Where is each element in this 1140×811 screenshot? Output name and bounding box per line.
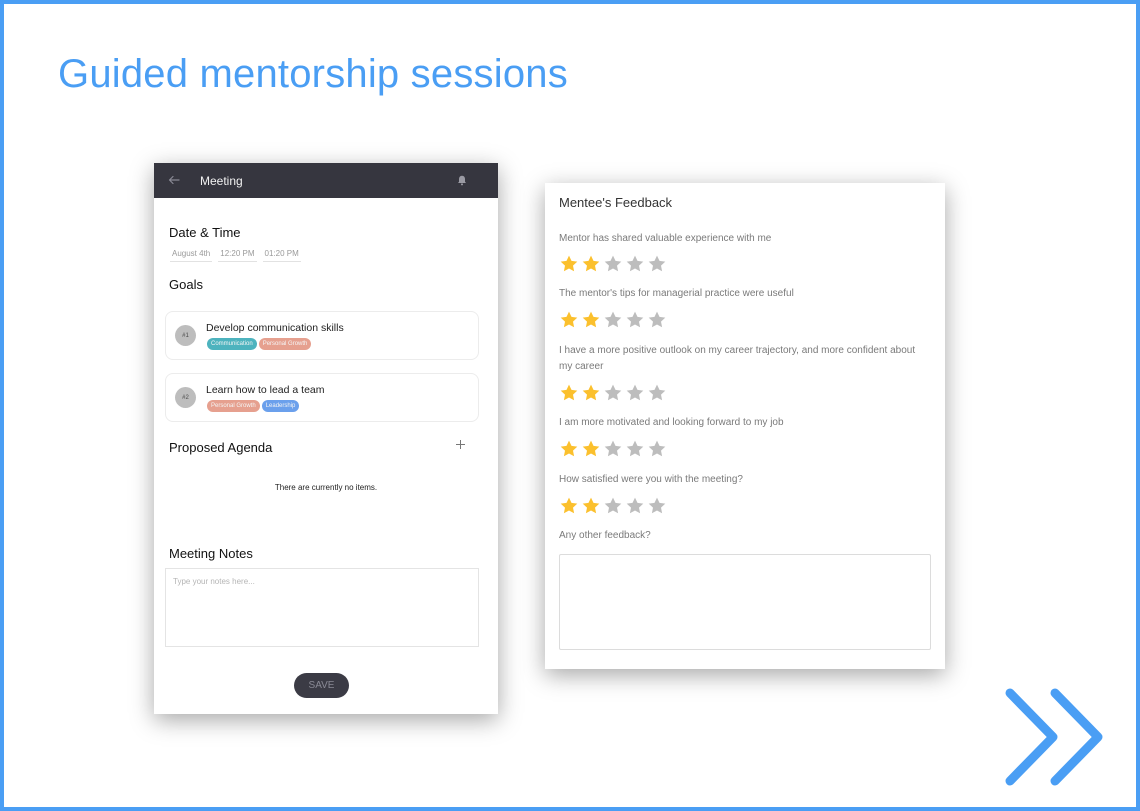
star-empty-icon[interactable]: [625, 439, 645, 459]
agenda-empty-message: There are currently no items.: [274, 483, 378, 492]
goal-tags: Communication Personal Growth: [207, 338, 312, 350]
end-time-field[interactable]: 01:20 PM: [262, 249, 301, 262]
star-rating[interactable]: [559, 310, 667, 330]
goal-number-badge: #2: [175, 387, 196, 408]
feedback-question: The mentor's tips for managerial practic…: [559, 288, 794, 299]
feedback-card: Mentee's Feedback Mentor has shared valu…: [545, 183, 945, 669]
star-empty-icon[interactable]: [603, 496, 623, 516]
date-time-title: Date & Time: [169, 225, 241, 240]
star-empty-icon[interactable]: [603, 310, 623, 330]
star-rating[interactable]: [559, 439, 667, 459]
star-empty-icon[interactable]: [603, 439, 623, 459]
star-empty-icon[interactable]: [603, 254, 623, 274]
star-filled-icon[interactable]: [559, 310, 579, 330]
feedback-title: Mentee's Feedback: [559, 195, 673, 210]
notifications-button[interactable]: [456, 175, 468, 187]
star-filled-icon[interactable]: [559, 439, 579, 459]
star-filled-icon[interactable]: [581, 310, 601, 330]
goal-item[interactable]: #2 Learn how to lead a team Personal Gro…: [165, 373, 479, 422]
star-rating[interactable]: [559, 254, 667, 274]
other-feedback-input[interactable]: [559, 554, 931, 650]
star-rating[interactable]: [559, 496, 667, 516]
double-chevron-right-icon[interactable]: [1003, 687, 1109, 791]
goal-tags: Personal Growth Leadership: [207, 400, 300, 412]
star-empty-icon[interactable]: [625, 254, 645, 274]
star-empty-icon[interactable]: [647, 496, 667, 516]
date-time-row: August 4th 12:20 PM 01:20 PM: [170, 249, 301, 262]
star-empty-icon[interactable]: [625, 496, 645, 516]
star-empty-icon[interactable]: [647, 383, 667, 403]
star-filled-icon[interactable]: [581, 254, 601, 274]
tag-personal-growth: Personal Growth: [258, 338, 312, 350]
start-time-field[interactable]: 12:20 PM: [218, 249, 257, 262]
feedback-question: I am more motivated and looking forward …: [559, 417, 784, 428]
meeting-header: Meeting: [154, 163, 498, 198]
tag-communication: Communication: [207, 338, 257, 350]
feedback-question: Mentor has shared valuable experience wi…: [559, 233, 772, 244]
meeting-notes-input[interactable]: [165, 568, 479, 647]
save-button[interactable]: SAVE: [294, 673, 349, 698]
page-title: Guided mentorship sessions: [58, 52, 568, 96]
feedback-question: How satisfied were you with the meeting?: [559, 474, 743, 485]
goal-number-badge: #1: [175, 325, 196, 346]
star-filled-icon[interactable]: [559, 254, 579, 274]
star-empty-icon[interactable]: [647, 310, 667, 330]
goal-item[interactable]: #1 Develop communication skills Communic…: [165, 311, 479, 360]
star-filled-icon[interactable]: [581, 383, 601, 403]
plus-icon: [456, 440, 465, 449]
goal-text: Develop communication skills: [206, 322, 344, 334]
bell-icon: [458, 175, 466, 186]
add-agenda-item-button[interactable]: [455, 437, 466, 454]
star-filled-icon[interactable]: [559, 383, 579, 403]
feedback-question: I have a more positive outlook on my car…: [559, 345, 916, 372]
star-filled-icon[interactable]: [581, 496, 601, 516]
proposed-agenda-title: Proposed Agenda: [169, 440, 273, 455]
star-filled-icon[interactable]: [581, 439, 601, 459]
tag-leadership: Leadership: [261, 400, 300, 412]
date-field[interactable]: August 4th: [170, 249, 213, 262]
star-empty-icon[interactable]: [603, 383, 623, 403]
goal-text: Learn how to lead a team: [206, 384, 325, 396]
tag-personal-growth: Personal Growth: [207, 400, 260, 412]
meeting-card: Meeting Date & Time August 4th 12:20 PM …: [154, 163, 498, 714]
star-empty-icon[interactable]: [625, 310, 645, 330]
star-empty-icon[interactable]: [647, 439, 667, 459]
goals-title: Goals: [169, 277, 203, 292]
other-feedback-label: Any other feedback?: [559, 530, 651, 541]
meeting-header-title: Meeting: [200, 173, 243, 188]
star-empty-icon[interactable]: [647, 254, 667, 274]
arrow-left-icon: [168, 175, 180, 185]
star-filled-icon[interactable]: [559, 496, 579, 516]
star-rating[interactable]: [559, 383, 667, 403]
star-empty-icon[interactable]: [625, 383, 645, 403]
meeting-notes-title: Meeting Notes: [169, 546, 253, 561]
back-button[interactable]: [168, 173, 184, 188]
